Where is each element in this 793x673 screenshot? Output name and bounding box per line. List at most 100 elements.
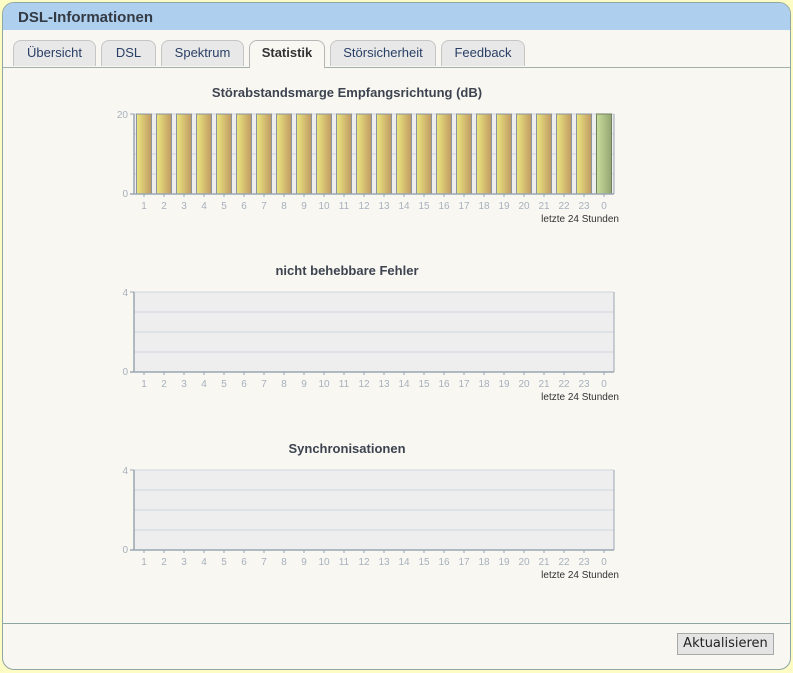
x-tick-label: 1	[141, 379, 147, 390]
x-tick-label: 1	[141, 557, 147, 568]
x-tick-label: 5	[221, 379, 227, 390]
x-tick-label: 11	[339, 379, 350, 390]
x-tick-label: 5	[221, 557, 227, 568]
x-tick-label: 11	[339, 557, 350, 568]
bar	[176, 113, 192, 195]
x-tick-label: 13	[378, 201, 390, 212]
x-tick-label: 8	[281, 201, 287, 212]
bar	[236, 113, 252, 195]
bar	[476, 113, 492, 195]
x-tick-label: 3	[181, 557, 187, 568]
x-tick-label: 23	[578, 379, 590, 390]
x-tick-label: 21	[538, 557, 550, 568]
x-tick-label: 16	[438, 201, 450, 212]
x-tick-label: 16	[438, 557, 450, 568]
x-tick-label: 4	[201, 557, 207, 568]
y-tick-label: 4	[122, 466, 128, 477]
x-tick-label: 2	[161, 379, 167, 390]
x-tick-label: 10	[318, 557, 330, 568]
charts-canvas: 0201 2 3 4 5 6 7 8 9 10 11 12 13 14 15 16 17 18 19 20 21 22 23…	[117, 110, 619, 581]
bar	[156, 113, 172, 195]
x-tick-label: 20	[518, 379, 530, 390]
x-tick-label: 9	[301, 557, 307, 568]
y-tick-label: 20	[117, 110, 129, 121]
x-tick-label: 2	[161, 557, 167, 568]
x-tick-label: 20	[518, 557, 530, 568]
x-tick-label: 6	[241, 201, 247, 212]
x-tick-label: 21	[538, 379, 550, 390]
x-tick-label: 3	[181, 379, 187, 390]
x-tick-label: 14	[398, 379, 410, 390]
bar	[536, 113, 552, 195]
x-tick-label: 20	[518, 201, 530, 212]
bar	[256, 113, 272, 195]
chart-snr-margin: 0201 2 3 4 5 6 7 8 9 10 11 12 13 14 15 16 17 18 19 20 21 22 23…	[117, 110, 619, 225]
bar	[556, 113, 572, 195]
x-tick-label: 13	[378, 557, 390, 568]
x-tick-label: 19	[498, 379, 510, 390]
bar	[396, 113, 412, 195]
chart-uncorrectable-errors: 041 2 3 4 5 6 7 8 9 10 11 12 13 14 15 16 17 18 19 20 21 22 23 0…	[122, 288, 619, 403]
refresh-button[interactable]: Aktualisieren	[677, 633, 774, 655]
x-tick-label: 0	[601, 201, 607, 212]
x-tick-label: 9	[301, 201, 307, 212]
bar	[336, 113, 352, 195]
x-tick-label: 1	[141, 201, 147, 212]
bar	[596, 113, 612, 195]
bar	[576, 113, 592, 195]
x-tick-label: 21	[538, 201, 550, 212]
x-tick-label: 12	[358, 379, 370, 390]
y-tick-label: 0	[122, 189, 128, 200]
x-tick-label: 8	[281, 557, 287, 568]
x-tick-label: 23	[578, 557, 590, 568]
bar	[456, 113, 472, 195]
x-tick-label: 17	[458, 379, 470, 390]
x-tick-label: 22	[558, 557, 570, 568]
x-tick-label: 8	[281, 379, 287, 390]
x-tick-label: 4	[201, 201, 207, 212]
x-tick-label: 14	[398, 201, 410, 212]
bar	[296, 113, 312, 195]
x-tick-label: 0	[601, 557, 607, 568]
x-tick-label: 22	[558, 201, 570, 212]
x-tick-label: 5	[221, 201, 227, 212]
y-tick-label: 4	[122, 288, 128, 299]
x-tick-label: 15	[418, 379, 430, 390]
x-tick-label: 15	[418, 201, 430, 212]
x-tick-label: 2	[161, 201, 167, 212]
x-tick-label: 9	[301, 379, 307, 390]
x-tick-label: 10	[318, 201, 330, 212]
x-tick-label: 19	[498, 557, 510, 568]
bar	[496, 113, 512, 195]
x-tick-label: 22	[558, 379, 570, 390]
x-tick-label: 11	[339, 201, 350, 212]
x-tick-label: 18	[478, 379, 490, 390]
x-tick-label: 7	[261, 379, 267, 390]
x-tick-label: 17	[458, 201, 470, 212]
x-tick-label: 4	[201, 379, 207, 390]
y-tick-label: 0	[122, 367, 128, 378]
bar	[136, 113, 152, 195]
bar	[316, 113, 332, 195]
chart-synchronizations: 041 2 3 4 5 6 7 8 9 10 11 12 13 14 15 16 17 18 19 20 21 22 23 0…	[122, 466, 619, 581]
x-tick-label: 12	[358, 201, 370, 212]
bar	[516, 113, 532, 195]
bar	[216, 113, 232, 195]
x-tick-label: 10	[318, 379, 330, 390]
x-tick-label: 3	[181, 201, 187, 212]
x-tick-label: 6	[241, 557, 247, 568]
bar	[356, 113, 372, 195]
x-tick-label: 18	[478, 557, 490, 568]
bar	[416, 113, 432, 195]
x-tick-label: 17	[458, 557, 470, 568]
x-tick-label: 14	[398, 557, 410, 568]
x-tick-label: 18	[478, 201, 490, 212]
x-tick-label: 23	[578, 201, 590, 212]
x-tick-label: 6	[241, 379, 247, 390]
x-axis-label: letzte 24 Stunden	[541, 570, 619, 581]
x-tick-label: 0	[601, 379, 607, 390]
x-tick-label: 13	[378, 379, 390, 390]
x-axis-label: letzte 24 Stunden	[541, 392, 619, 403]
x-tick-label: 19	[498, 201, 510, 212]
bar	[276, 113, 292, 195]
